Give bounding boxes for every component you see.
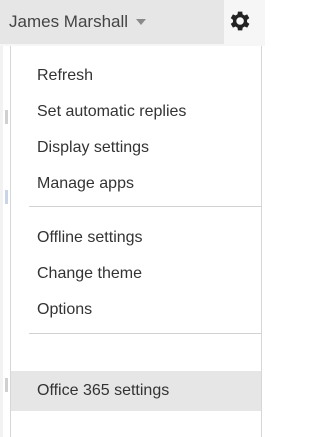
- user-name: James Marshall: [9, 12, 129, 31]
- background-mark: [5, 378, 8, 392]
- background-mark: [5, 110, 8, 124]
- menu-item-set-automatic-replies[interactable]: Set automatic replies: [11, 94, 261, 130]
- background-mark: [5, 190, 8, 204]
- menu-item-change-theme[interactable]: Change theme: [11, 256, 261, 292]
- top-bar: James Marshall: [0, 0, 265, 46]
- background-edge: [0, 46, 3, 437]
- menu-item-manage-apps[interactable]: Manage apps: [11, 166, 261, 202]
- settings-dropdown-menu: Refresh Set automatic replies Display se…: [10, 46, 262, 437]
- gear-icon[interactable]: [226, 8, 252, 34]
- menu-item-refresh[interactable]: Refresh: [11, 58, 261, 94]
- user-menu-button[interactable]: James Marshall: [0, 0, 224, 44]
- menu-divider: [29, 333, 261, 334]
- menu-divider: [29, 206, 261, 207]
- menu-item-display-settings[interactable]: Display settings: [11, 130, 261, 166]
- menu-item-office-365-settings[interactable]: Office 365 settings: [11, 371, 261, 411]
- menu-item-offline-settings[interactable]: Offline settings: [11, 220, 261, 256]
- menu-item-options[interactable]: Options: [11, 292, 261, 328]
- caret-down-icon: [136, 19, 147, 25]
